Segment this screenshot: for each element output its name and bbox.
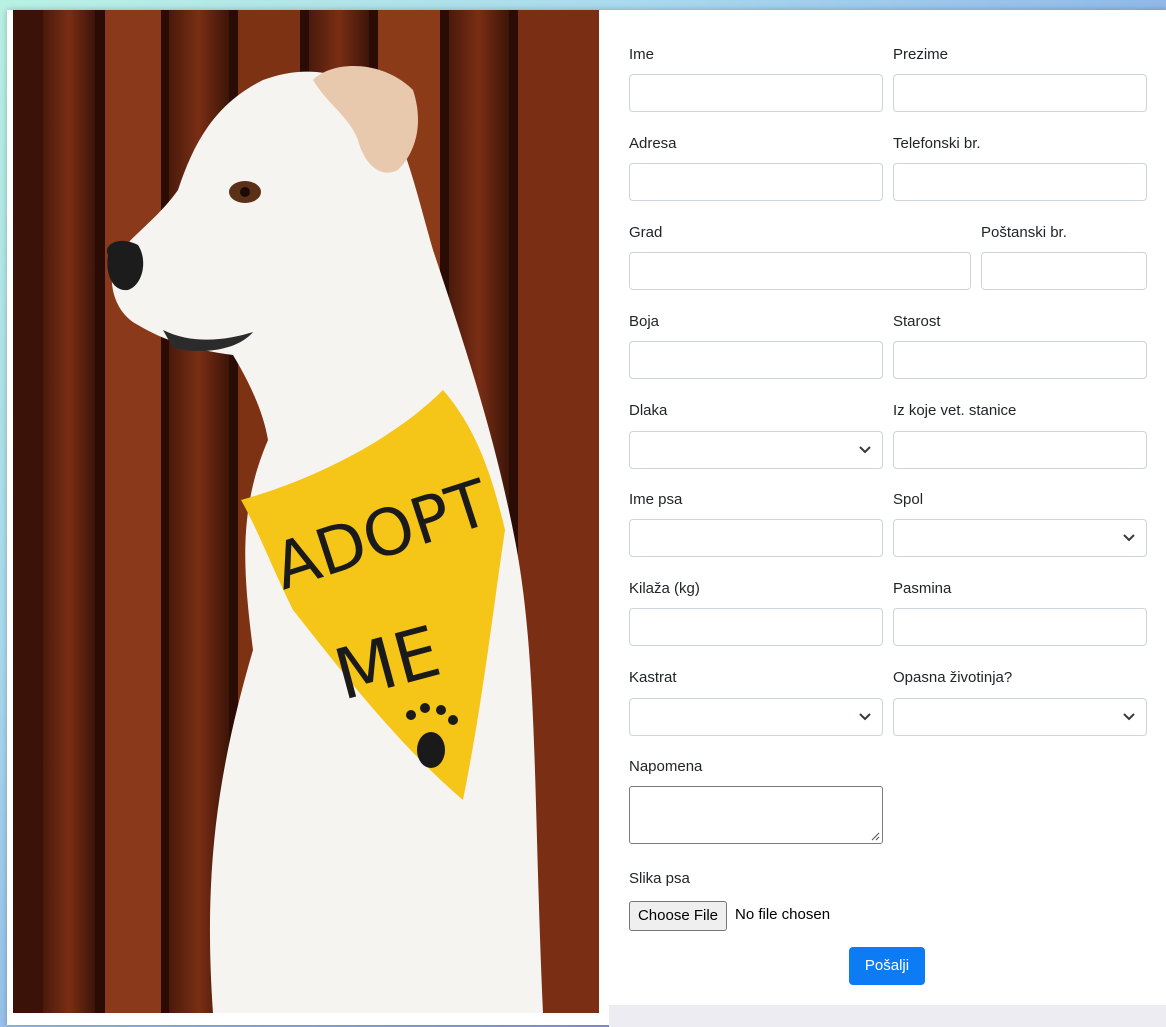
boja-input[interactable] <box>629 341 883 379</box>
label-adresa: Adresa <box>629 135 677 152</box>
postanski-input[interactable] <box>981 252 1147 290</box>
label-boja: Boja <box>629 313 660 330</box>
label-napomena: Napomena <box>629 758 703 775</box>
file-status-text: No file chosen <box>735 906 831 923</box>
label-telefon: Telefonski br. <box>893 135 981 152</box>
label-ime: Ime <box>629 46 655 63</box>
chevron-down-icon <box>1123 713 1135 721</box>
ime-input[interactable] <box>629 74 883 112</box>
label-vet-stanica: Iz koje vet. stanice <box>893 402 1017 419</box>
label-spol: Spol <box>893 491 924 508</box>
label-kastrat: Kastrat <box>629 669 677 686</box>
pasmina-input[interactable] <box>893 608 1147 646</box>
spol-select[interactable] <box>893 519 1147 557</box>
label-prezime: Prezime <box>893 46 949 63</box>
grad-input[interactable] <box>629 252 971 290</box>
resize-grip-icon[interactable] <box>870 831 880 841</box>
starost-input[interactable] <box>893 341 1147 379</box>
submit-button[interactable]: Pošalji <box>849 947 925 985</box>
dlaka-select[interactable] <box>629 431 883 469</box>
footer-strip <box>609 1005 1166 1027</box>
chevron-down-icon <box>1123 534 1135 542</box>
chevron-down-icon <box>859 713 871 721</box>
prezime-input[interactable] <box>893 74 1147 112</box>
kilaza-input[interactable] <box>629 608 883 646</box>
choose-file-button[interactable]: Choose File <box>629 901 727 931</box>
label-pasmina: Pasmina <box>893 580 952 597</box>
ime-psa-input[interactable] <box>629 519 883 557</box>
label-dlaka: Dlaka <box>629 402 668 419</box>
paw-print-icon <box>417 732 445 768</box>
label-kilaza: Kilaža (kg) <box>629 580 700 597</box>
chevron-down-icon <box>859 446 871 454</box>
label-slika: Slika psa <box>629 870 690 887</box>
opasna-select[interactable] <box>893 698 1147 736</box>
label-starost: Starost <box>893 313 941 330</box>
label-ime-psa: Ime psa <box>629 491 683 508</box>
label-opasna: Opasna životinja? <box>893 669 1013 686</box>
adresa-input[interactable] <box>629 163 883 201</box>
kastrat-select[interactable] <box>629 698 883 736</box>
vet-stanica-input[interactable] <box>893 431 1147 469</box>
label-postanski: Poštanski br. <box>981 224 1067 241</box>
dog-photo: ADOPT ME <box>13 10 599 1013</box>
label-grad: Grad <box>629 224 663 241</box>
telefon-input[interactable] <box>893 163 1147 201</box>
napomena-textarea[interactable] <box>629 786 883 844</box>
